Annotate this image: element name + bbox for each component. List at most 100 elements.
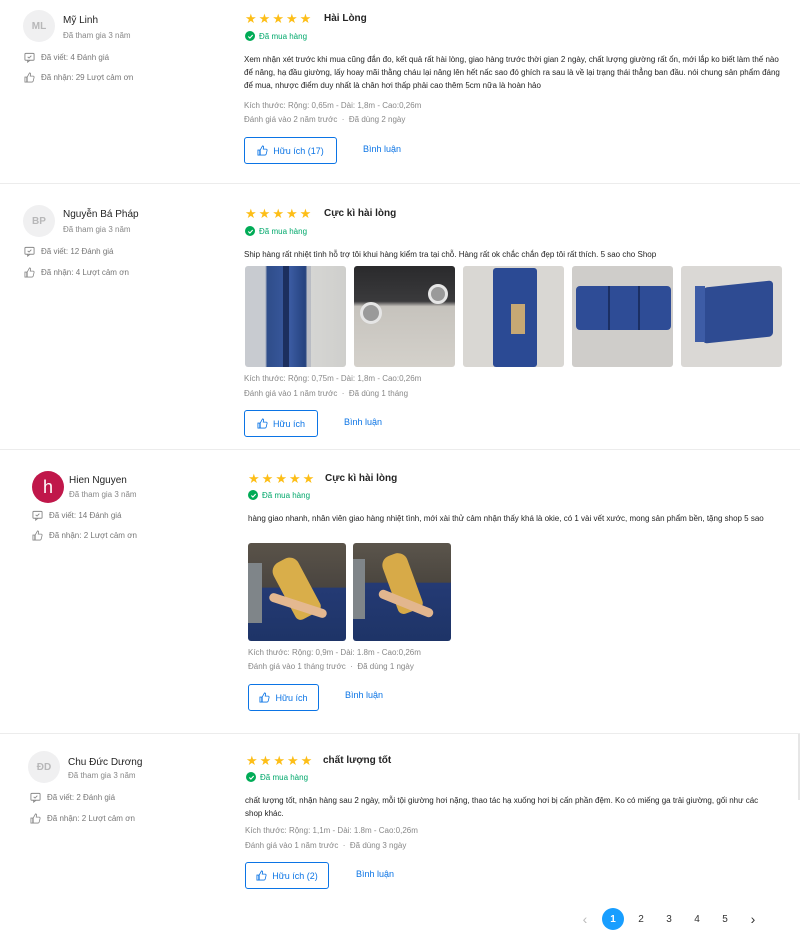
star-icon: ★: [275, 471, 287, 486]
star-icon: ★: [272, 206, 284, 221]
star-icon: ★: [273, 753, 285, 768]
avatar: BP: [23, 205, 55, 237]
thumbs-up-icon: [32, 530, 43, 541]
review-content: Xem nhận xét trước khi mua cũng đắn đo, …: [244, 55, 780, 90]
avatar: ML: [23, 10, 55, 42]
review-icon: [24, 246, 35, 257]
star-icon: ★: [285, 206, 298, 221]
review-date: Đánh giá vào 1 tháng trước · Đã dùng 1 n…: [248, 662, 414, 671]
joined-text: Đã tham gia 3 năm: [68, 771, 136, 780]
review-content: hàng giao nhanh, nhân viên giao hàng nhi…: [248, 514, 764, 523]
reviewer-name: Nguyễn Bá Pháp: [63, 209, 139, 220]
star-icon: ★: [272, 11, 284, 26]
page-2-button[interactable]: 2: [630, 908, 652, 930]
star-icon: ★: [246, 753, 258, 768]
helpful-button[interactable]: Hữu ích (2): [245, 862, 329, 889]
thumbs-up-icon: [259, 692, 271, 703]
review-title: chất lượng tốt: [323, 755, 392, 766]
star-icon: ★: [285, 11, 298, 26]
review-item: ĐD Chu Đức Dương Đã tham gia 3 năm Đã vi…: [0, 734, 800, 894]
reviewer-name: Mỹ Linh: [63, 15, 99, 26]
review-photos: [245, 266, 782, 367]
review-photo[interactable]: [248, 543, 346, 641]
star-icon: ★: [245, 11, 257, 26]
star-icon: ★: [258, 11, 271, 26]
star-icon: ★: [300, 753, 313, 768]
check-icon: [245, 226, 255, 236]
review-photo[interactable]: [245, 266, 346, 367]
review-title: Hài Lòng: [324, 13, 367, 24]
star-icon: ★: [288, 471, 301, 486]
star-rating: ★ ★ ★ ★ ★: [245, 207, 311, 220]
next-page-icon[interactable]: ›: [742, 908, 764, 930]
page-1-button[interactable]: 1: [602, 908, 624, 930]
avatar: h: [32, 471, 64, 503]
review-content: Ship hàng rất nhiệt tình hỗ trợ tôi khui…: [244, 250, 657, 259]
reviews-written: Đã viết: 2 Đánh giá: [30, 792, 115, 803]
reviews-written: Đã viết: 12 Đánh giá: [24, 246, 114, 257]
star-icon: ★: [286, 753, 299, 768]
check-icon: [245, 31, 255, 41]
helpful-button[interactable]: Hữu ích: [248, 684, 319, 711]
reviewer-name: Hien Nguyen: [69, 475, 127, 486]
comment-button[interactable]: Bình luận: [356, 869, 394, 879]
verified-purchase: Đã mua hàng: [246, 772, 308, 782]
thumbs-up-icon: [24, 72, 35, 83]
page-4-button[interactable]: 4: [686, 908, 708, 930]
helpful-button[interactable]: Hữu ích: [244, 410, 318, 437]
review-date: Đánh giá vào 2 năm trước · Đã dùng 2 ngà…: [244, 115, 406, 124]
reviews-written: Đã viết: 4 Đánh giá: [24, 52, 109, 63]
prev-page-icon[interactable]: ‹: [574, 908, 596, 930]
star-rating: ★ ★ ★ ★ ★: [245, 12, 311, 25]
joined-text: Đã tham gia 3 năm: [69, 490, 137, 499]
review-title: Cực kì hài lòng: [325, 473, 398, 484]
star-rating: ★ ★ ★ ★ ★: [246, 754, 312, 767]
reviewer-name: Chu Đức Dương: [68, 757, 143, 768]
check-icon: [248, 490, 258, 500]
comment-button[interactable]: Bình luận: [345, 690, 383, 700]
comment-button[interactable]: Bình luận: [363, 144, 401, 154]
review-date: Đánh giá vào 1 năm trước · Đã dùng 1 thá…: [244, 389, 409, 398]
thanks-received: Đã nhận: 2 Lượt cảm ơn: [30, 813, 135, 824]
star-icon: ★: [299, 11, 312, 26]
page-3-button[interactable]: 3: [658, 908, 680, 930]
star-icon: ★: [248, 471, 260, 486]
star-icon: ★: [302, 471, 315, 486]
thanks-received: Đã nhận: 29 Lượt cảm ơn: [24, 72, 133, 83]
review-icon: [24, 52, 35, 63]
check-icon: [246, 772, 256, 782]
product-size: Kích thước: Rộng: 0,9m - Dài: 1.8m - Cao…: [248, 648, 421, 657]
thumbs-up-icon: [24, 267, 35, 278]
joined-text: Đã tham gia 3 năm: [63, 31, 131, 40]
joined-text: Đã tham gia 3 năm: [63, 225, 131, 234]
review-item: h Hien Nguyen Đã tham gia 3 năm Đã viết:…: [0, 450, 800, 734]
review-photo[interactable]: [681, 266, 782, 367]
star-icon: ★: [258, 206, 271, 221]
verified-purchase: Đã mua hàng: [245, 226, 307, 236]
verified-purchase: Đã mua hàng: [245, 31, 307, 41]
thumbs-up-icon: [257, 145, 268, 156]
thanks-received: Đã nhận: 2 Lượt cảm ơn: [32, 530, 137, 541]
thumbs-up-icon: [30, 813, 41, 824]
star-rating: ★ ★ ★ ★ ★: [248, 472, 314, 485]
review-photo[interactable]: [353, 543, 451, 641]
pagination: ‹ 1 2 3 4 5 ›: [574, 908, 764, 930]
review-photo[interactable]: [572, 266, 673, 367]
avatar: ĐD: [28, 751, 60, 783]
product-size: Kích thước: Rộng: 1,1m - Dài: 1.8m - Cao…: [245, 826, 418, 835]
star-icon: ★: [245, 206, 257, 221]
comment-button[interactable]: Bình luận: [344, 417, 382, 427]
reviews-written: Đã viết: 14 Đánh giá: [32, 510, 122, 521]
helpful-button[interactable]: Hữu ích (17): [244, 137, 337, 164]
star-icon: ★: [299, 206, 312, 221]
review-content: chất lượng tốt, nhận hàng sau 2 ngày, mỗ…: [245, 796, 759, 818]
verified-purchase: Đã mua hàng: [248, 490, 310, 500]
review-title: Cực kì hài lòng: [324, 208, 397, 219]
review-item: BP Nguyễn Bá Pháp Đã tham gia 3 năm Đã v…: [0, 184, 800, 450]
review-photo[interactable]: [463, 266, 564, 367]
page-5-button[interactable]: 5: [714, 908, 736, 930]
review-icon: [30, 792, 41, 803]
review-item: ML Mỹ Linh Đã tham gia 3 năm Đã viết: 4 …: [0, 0, 800, 184]
review-photo[interactable]: [354, 266, 455, 367]
star-icon: ★: [261, 471, 274, 486]
